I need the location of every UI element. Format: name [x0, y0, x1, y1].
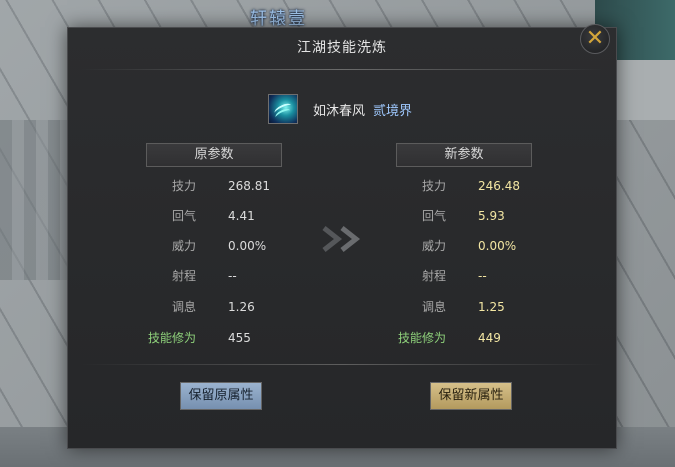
param-label: 威力	[421, 239, 446, 253]
close-icon[interactable]: ✕	[580, 24, 610, 54]
dialog-title: 江湖技能洗炼	[297, 40, 387, 56]
skill-refine-dialog: 江湖技能洗炼 如沐春风 贰境界 原参数 新参数 技力 268.81 回气 4.4…	[67, 27, 617, 449]
old-param-value: 4.41	[228, 209, 255, 223]
old-param-value: 268.81	[228, 179, 270, 193]
new-param-row: 调息 1.25	[386, 299, 505, 315]
new-param-value: 1.25	[478, 300, 505, 314]
param-label: 威力	[171, 239, 196, 253]
param-label: 射程	[171, 269, 196, 283]
old-param-row: 技力 268.81	[136, 178, 270, 194]
param-label: 技力	[171, 179, 196, 193]
new-param-value: 0.00%	[478, 239, 517, 253]
param-label: 回气	[171, 209, 196, 223]
scene-floor-pattern	[0, 120, 70, 280]
new-param-row: 威力 0.00%	[386, 238, 516, 254]
old-param-row: 技能修为 455	[136, 330, 251, 346]
new-param-row: 射程 --	[386, 268, 487, 284]
old-param-row: 威力 0.00%	[136, 238, 266, 254]
new-param-value: 449	[478, 331, 501, 345]
bottom-divider	[81, 364, 603, 365]
param-label: 技力	[421, 179, 446, 193]
param-label: 调息	[171, 300, 196, 314]
skill-tier: 贰境界	[373, 103, 413, 119]
old-params-header: 原参数	[146, 143, 282, 167]
old-param-value: 455	[228, 331, 251, 345]
old-param-value: 1.26	[228, 300, 255, 314]
old-param-row: 射程 --	[136, 268, 237, 284]
param-label: 回气	[421, 209, 446, 223]
skill-info: 如沐春风 贰境界	[268, 94, 412, 124]
old-param-value: 0.00%	[228, 239, 267, 253]
location-label: 轩辕壹	[250, 9, 307, 29]
skill-name: 如沐春风	[313, 103, 366, 119]
new-param-value: --	[478, 269, 487, 283]
new-param-value: 246.48	[478, 179, 520, 193]
new-param-row: 技能修为 449	[386, 330, 501, 346]
param-label: 射程	[421, 269, 446, 283]
keep-new-attributes-button[interactable]: 保留新属性	[430, 382, 512, 410]
old-param-row: 回气 4.41	[136, 208, 255, 224]
param-label-highlight: 技能修为	[147, 331, 196, 345]
new-params-header: 新参数	[396, 143, 532, 167]
new-param-value: 5.93	[478, 209, 505, 223]
title-divider	[81, 69, 603, 70]
param-label-highlight: 技能修为	[397, 331, 446, 345]
new-param-row: 回气 5.93	[386, 208, 505, 224]
skill-wind-icon	[268, 94, 298, 124]
old-param-value: --	[228, 269, 237, 283]
new-param-row: 技力 246.48	[386, 178, 520, 194]
keep-old-attributes-button[interactable]: 保留原属性	[180, 382, 262, 410]
double-arrow-icon	[322, 226, 361, 252]
old-param-row: 调息 1.26	[136, 299, 255, 315]
param-label: 调息	[421, 300, 446, 314]
